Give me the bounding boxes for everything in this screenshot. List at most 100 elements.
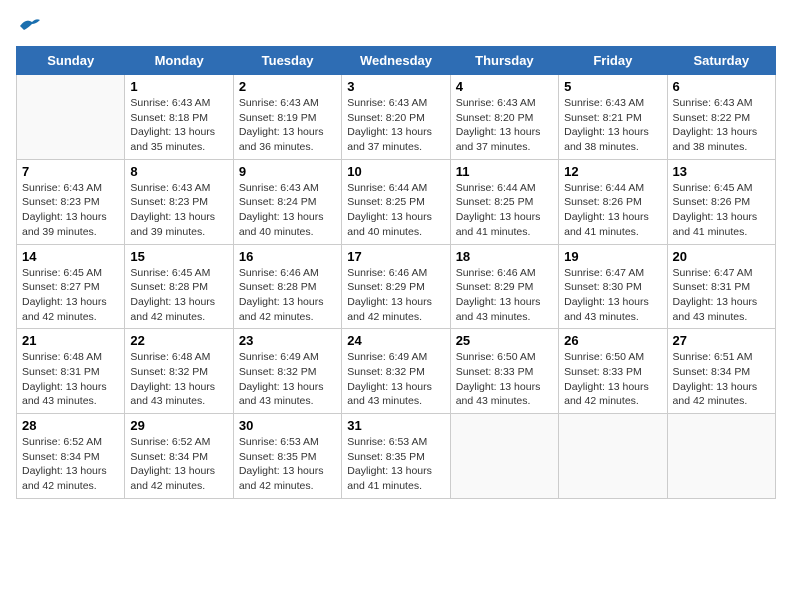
calendar-cell: [17, 75, 125, 160]
day-info: Sunrise: 6:48 AM Sunset: 8:31 PM Dayligh…: [22, 350, 119, 409]
day-info: Sunrise: 6:43 AM Sunset: 8:22 PM Dayligh…: [673, 96, 770, 155]
day-number: 1: [130, 79, 227, 94]
day-number: 27: [673, 333, 770, 348]
calendar-cell: 17Sunrise: 6:46 AM Sunset: 8:29 PM Dayli…: [342, 244, 450, 329]
column-header-wednesday: Wednesday: [342, 47, 450, 75]
day-number: 11: [456, 164, 553, 179]
header-row: SundayMondayTuesdayWednesdayThursdayFrid…: [17, 47, 776, 75]
column-header-friday: Friday: [559, 47, 667, 75]
day-info: Sunrise: 6:43 AM Sunset: 8:20 PM Dayligh…: [347, 96, 444, 155]
calendar-cell: 23Sunrise: 6:49 AM Sunset: 8:32 PM Dayli…: [233, 329, 341, 414]
calendar-cell: 9Sunrise: 6:43 AM Sunset: 8:24 PM Daylig…: [233, 159, 341, 244]
day-number: 18: [456, 249, 553, 264]
calendar-cell: 19 Sunrise: 6:47 AM Sunset: 8:30 PM Dayli…: [559, 244, 667, 329]
day-info: Sunrise: 6:45 AM Sunset: 8:26 PM Dayligh…: [673, 181, 770, 240]
calendar-cell: 29 Sunrise: 6:52 AM Sunset: 8:34 PM Dayli…: [125, 414, 233, 499]
day-info: Sunrise: 6:45 AM Sunset: 8:27 PM Dayligh…: [22, 266, 119, 325]
week-row-5: 28 Sunrise: 6:52 AM Sunset: 8:34 PM Dayli…: [17, 414, 776, 499]
day-info: Sunrise: 6:43 AM Sunset: 8:24 PM Dayligh…: [239, 181, 336, 240]
day-info: Sunrise: 6:45 AM Sunset: 8:28 PM Dayligh…: [130, 266, 227, 325]
day-info: Sunrise: 6:43 AM Sunset: 8:20 PM Dayligh…: [456, 96, 553, 155]
day-info: Sunrise: 6:48 AM Sunset: 8:32 PM Dayligh…: [130, 350, 227, 409]
column-header-monday: Monday: [125, 47, 233, 75]
calendar-cell: 3 Sunrise: 6:43 AM Sunset: 8:20 PM Daylig…: [342, 75, 450, 160]
day-info: Sunrise: 6:52 AM Sunset: 8:34 PM Dayligh…: [130, 435, 227, 494]
week-row-2: 7 Sunrise: 6:43 AM Sunset: 8:23 PM Daylig…: [17, 159, 776, 244]
calendar-table: SundayMondayTuesdayWednesdayThursdayFrid…: [16, 46, 776, 499]
day-info: Sunrise: 6:53 AM Sunset: 8:35 PM Dayligh…: [239, 435, 336, 494]
calendar-cell: 28 Sunrise: 6:52 AM Sunset: 8:34 PM Dayli…: [17, 414, 125, 499]
calendar-cell: 1Sunrise: 6:43 AM Sunset: 8:18 PM Daylig…: [125, 75, 233, 160]
column-header-thursday: Thursday: [450, 47, 558, 75]
calendar-cell: 22Sunrise: 6:48 AM Sunset: 8:32 PM Dayli…: [125, 329, 233, 414]
column-header-sunday: Sunday: [17, 47, 125, 75]
calendar-cell: 7 Sunrise: 6:43 AM Sunset: 8:23 PM Daylig…: [17, 159, 125, 244]
day-number: 3: [347, 79, 444, 94]
column-header-saturday: Saturday: [667, 47, 775, 75]
day-info: Sunrise: 6:44 AM Sunset: 8:26 PM Dayligh…: [564, 181, 661, 240]
calendar-cell: 4 Sunrise: 6:43 AM Sunset: 8:20 PM Daylig…: [450, 75, 558, 160]
day-info: Sunrise: 6:44 AM Sunset: 8:25 PM Dayligh…: [347, 181, 444, 240]
day-number: 15: [130, 249, 227, 264]
day-info: Sunrise: 6:43 AM Sunset: 8:21 PM Dayligh…: [564, 96, 661, 155]
day-number: 29: [130, 418, 227, 433]
calendar-cell: 14 Sunrise: 6:45 AM Sunset: 8:27 PM Dayli…: [17, 244, 125, 329]
day-info: Sunrise: 6:44 AM Sunset: 8:25 PM Dayligh…: [456, 181, 553, 240]
calendar-cell: 26 Sunrise: 6:50 AM Sunset: 8:33 PM Dayli…: [559, 329, 667, 414]
calendar-cell: 11 Sunrise: 6:44 AM Sunset: 8:25 PM Dayli…: [450, 159, 558, 244]
day-number: 14: [22, 249, 119, 264]
day-info: Sunrise: 6:53 AM Sunset: 8:35 PM Dayligh…: [347, 435, 444, 494]
day-info: Sunrise: 6:50 AM Sunset: 8:33 PM Dayligh…: [564, 350, 661, 409]
calendar-cell: 31 Sunrise: 6:53 AM Sunset: 8:35 PM Dayli…: [342, 414, 450, 499]
logo: [16, 16, 40, 34]
day-info: Sunrise: 6:43 AM Sunset: 8:19 PM Dayligh…: [239, 96, 336, 155]
day-number: 23: [239, 333, 336, 348]
calendar-cell: 15 Sunrise: 6:45 AM Sunset: 8:28 PM Dayli…: [125, 244, 233, 329]
calendar-cell: 6 Sunrise: 6:43 AM Sunset: 8:22 PM Daylig…: [667, 75, 775, 160]
day-info: Sunrise: 6:47 AM Sunset: 8:30 PM Dayligh…: [564, 266, 661, 325]
day-number: 5: [564, 79, 661, 94]
day-info: Sunrise: 6:50 AM Sunset: 8:33 PM Dayligh…: [456, 350, 553, 409]
day-number: 16: [239, 249, 336, 264]
week-row-1: 1Sunrise: 6:43 AM Sunset: 8:18 PM Daylig…: [17, 75, 776, 160]
day-number: 26: [564, 333, 661, 348]
column-header-tuesday: Tuesday: [233, 47, 341, 75]
day-number: 12: [564, 164, 661, 179]
day-number: 25: [456, 333, 553, 348]
calendar-cell: [559, 414, 667, 499]
calendar-cell: [450, 414, 558, 499]
day-number: 10: [347, 164, 444, 179]
calendar-cell: 24Sunrise: 6:49 AM Sunset: 8:32 PM Dayli…: [342, 329, 450, 414]
logo-bird-icon: [18, 16, 40, 34]
day-info: Sunrise: 6:51 AM Sunset: 8:34 PM Dayligh…: [673, 350, 770, 409]
day-number: 31: [347, 418, 444, 433]
day-number: 28: [22, 418, 119, 433]
calendar-cell: 16 Sunrise: 6:46 AM Sunset: 8:28 PM Dayli…: [233, 244, 341, 329]
day-number: 21: [22, 333, 119, 348]
day-info: Sunrise: 6:43 AM Sunset: 8:23 PM Dayligh…: [130, 181, 227, 240]
calendar-cell: 25 Sunrise: 6:50 AM Sunset: 8:33 PM Dayli…: [450, 329, 558, 414]
day-number: 30: [239, 418, 336, 433]
page-header: [16, 16, 776, 34]
day-info: Sunrise: 6:52 AM Sunset: 8:34 PM Dayligh…: [22, 435, 119, 494]
day-number: 8: [130, 164, 227, 179]
day-info: Sunrise: 6:46 AM Sunset: 8:29 PM Dayligh…: [347, 266, 444, 325]
day-info: Sunrise: 6:49 AM Sunset: 8:32 PM Dayligh…: [347, 350, 444, 409]
calendar-cell: 8 Sunrise: 6:43 AM Sunset: 8:23 PM Daylig…: [125, 159, 233, 244]
day-info: Sunrise: 6:46 AM Sunset: 8:28 PM Dayligh…: [239, 266, 336, 325]
day-info: Sunrise: 6:43 AM Sunset: 8:23 PM Dayligh…: [22, 181, 119, 240]
calendar-cell: 10 Sunrise: 6:44 AM Sunset: 8:25 PM Dayli…: [342, 159, 450, 244]
calendar-cell: [667, 414, 775, 499]
calendar-cell: 21 Sunrise: 6:48 AM Sunset: 8:31 PM Dayli…: [17, 329, 125, 414]
week-row-3: 14 Sunrise: 6:45 AM Sunset: 8:27 PM Dayli…: [17, 244, 776, 329]
day-number: 4: [456, 79, 553, 94]
day-number: 13: [673, 164, 770, 179]
calendar-cell: 13 Sunrise: 6:45 AM Sunset: 8:26 PM Dayli…: [667, 159, 775, 244]
calendar-cell: 5 Sunrise: 6:43 AM Sunset: 8:21 PM Daylig…: [559, 75, 667, 160]
day-number: 6: [673, 79, 770, 94]
day-info: Sunrise: 6:47 AM Sunset: 8:31 PM Dayligh…: [673, 266, 770, 325]
calendar-cell: 27 Sunrise: 6:51 AM Sunset: 8:34 PM Dayli…: [667, 329, 775, 414]
calendar-cell: 12 Sunrise: 6:44 AM Sunset: 8:26 PM Dayli…: [559, 159, 667, 244]
day-number: 7: [22, 164, 119, 179]
day-number: 19: [564, 249, 661, 264]
